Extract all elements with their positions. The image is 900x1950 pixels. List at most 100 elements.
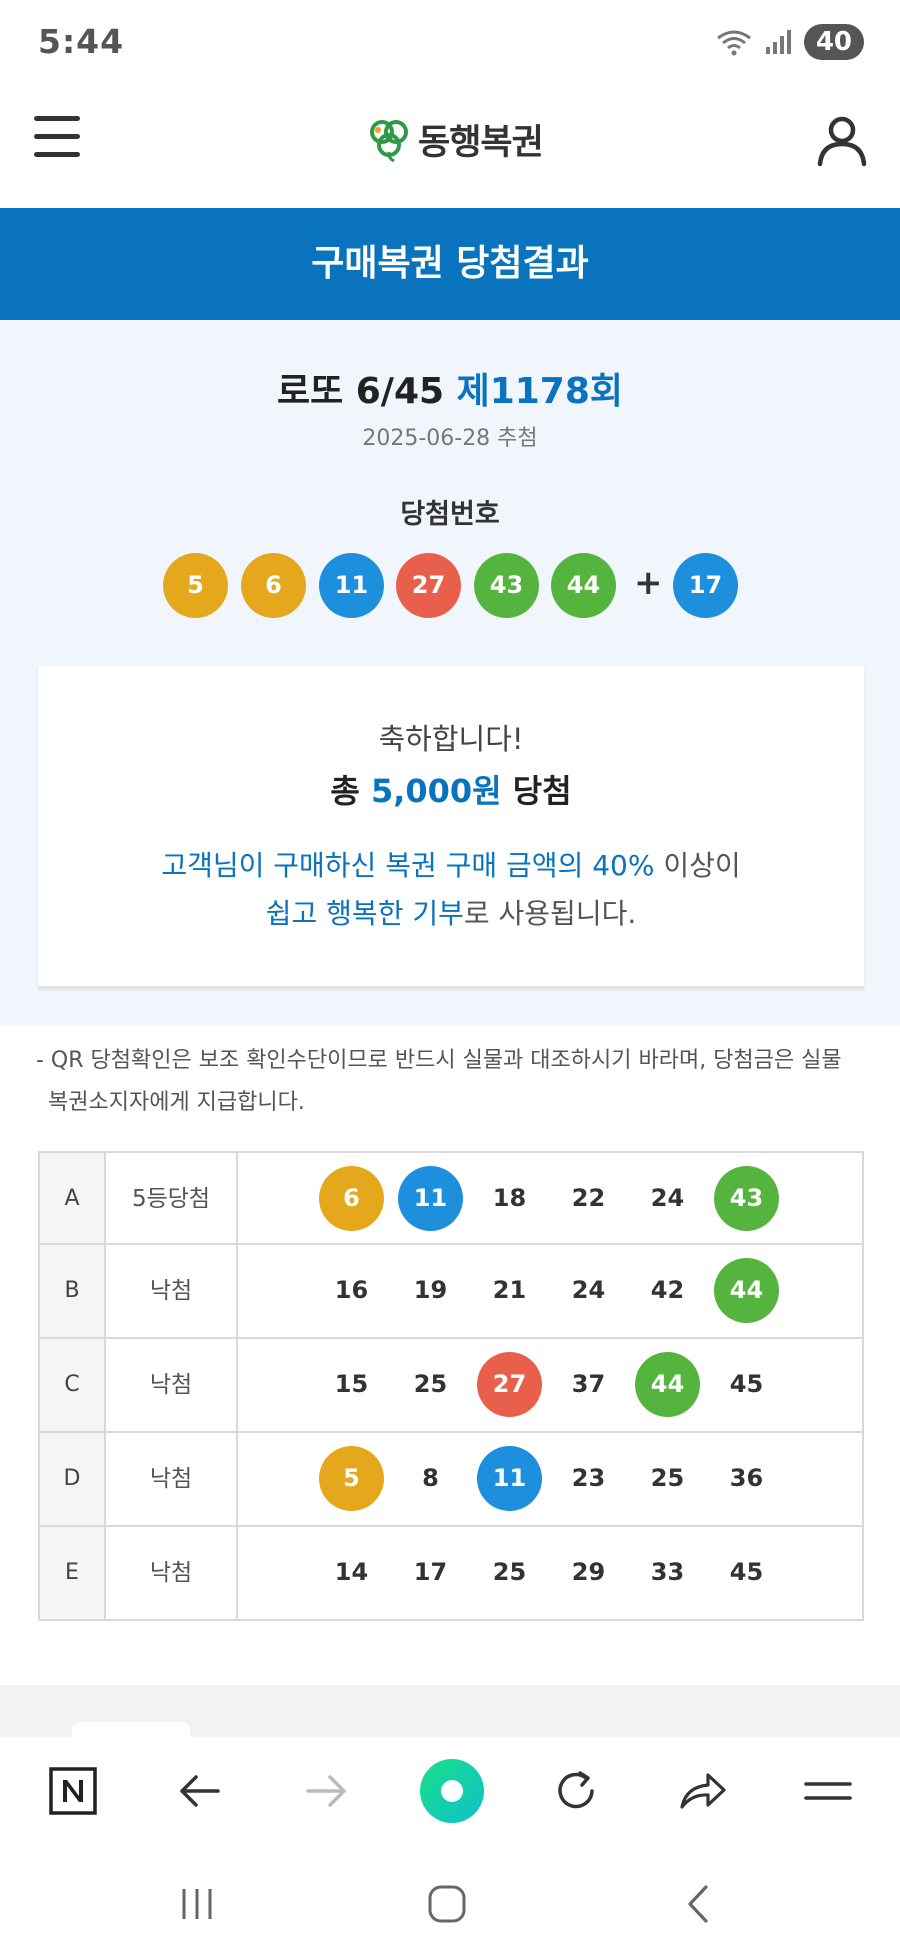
ticket-number: 21 [492,1276,527,1304]
ticket-number: 37 [571,1370,606,1398]
browser-menu-button[interactable] [798,1761,858,1821]
ticket-number: 27 [477,1352,542,1417]
notice-line: 복권소지자에게 지급합니다. [48,1090,305,1115]
ticket-number: 29 [571,1558,606,1586]
ticket-number: 45 [729,1370,764,1398]
logo-text: 동행복권 [418,123,544,163]
naver-n-icon [49,1767,97,1815]
menu-line-icon [34,152,80,157]
winning-ball: 6 [241,553,306,618]
ticket-number: 24 [650,1184,685,1212]
prize-amount: 5,000원 [370,772,502,810]
game-numbers: 15 25 27 37 44 45 [238,1339,862,1431]
ticket-number: 23 [571,1464,606,1492]
ticket-number: 24 [571,1276,606,1304]
game-letter: C [40,1339,106,1431]
game-letter: E [40,1527,106,1619]
refresh-button[interactable] [546,1761,606,1821]
battery-indicator: 40 [803,24,864,60]
notice-line: - QR 당첨확인은 보조 확인수단이므로 반드시 실물과 대조하시기 바라며,… [36,1048,842,1073]
ticket-table: A 5등당첨 6 11 18 22 24 43 B 낙첨 16 19 21 24… [38,1151,864,1621]
home-circle-icon [420,1759,484,1823]
table-row: C 낙첨 15 25 27 37 44 45 [38,1339,864,1433]
recent-apps-icon [182,1889,212,1919]
game-numbers: 5 8 11 23 25 36 [238,1433,862,1525]
ticket-number: 45 [729,1558,764,1586]
naver-n-button[interactable] [44,1761,104,1821]
site-logo[interactable]: 동행복권 [368,114,544,165]
winning-ball: 11 [319,553,384,618]
menu-icon [804,1782,852,1800]
back-button[interactable] [170,1761,230,1821]
ticket-number: 43 [714,1166,779,1231]
congrats-text: 축하합니다! [378,722,524,756]
ticket-number: 25 [413,1370,448,1398]
ticket-number: 44 [635,1352,700,1417]
status-time: 5:44 [38,22,125,61]
ticket-number: 5 [319,1446,384,1511]
game-letter: D [40,1433,106,1525]
menu-line-icon [34,134,80,139]
ticket-number: 18 [492,1184,527,1212]
back-arrow-icon [180,1775,220,1807]
game-numbers: 14 17 25 29 33 45 [238,1527,862,1619]
signal-icon [765,30,791,54]
home-icon [428,1885,466,1923]
draw-date: 2025-06-28 추첨 [362,426,538,451]
hamburger-menu-button[interactable] [34,116,82,164]
winning-numbers: 5 6 11 27 43 44 + 17 [0,553,900,619]
game-letter: B [40,1245,106,1337]
home-nav-button[interactable] [422,1879,472,1929]
ticket-number: 11 [398,1166,463,1231]
donation-rest: 이상이 [654,849,741,882]
browser-toolbar [0,1737,900,1845]
ticket-number: 36 [729,1464,764,1492]
ticket-number: 44 [714,1258,779,1323]
ticket-number: 16 [334,1276,369,1304]
prize-prefix: 총 [330,772,360,810]
forward-arrow-icon [306,1775,346,1807]
winning-ball: 43 [474,553,539,618]
donation-highlight: 고객님이 구매하신 복권 구매 금액의 40% [161,849,655,882]
status-icons: 40 [716,24,864,60]
recent-apps-button[interactable] [172,1879,222,1929]
game-name: 로또 6/45 [276,371,445,412]
back-nav-button[interactable] [674,1879,724,1929]
ticket-number: 14 [334,1558,369,1586]
game-result: 낙첨 [106,1433,238,1525]
donation-highlight: 쉽고 행복한 기부 [265,897,464,930]
draw-title: 로또 6/45 제1178회 [0,362,900,414]
forward-button[interactable] [296,1761,356,1821]
user-account-button[interactable] [814,112,870,168]
table-row: B 낙첨 16 19 21 24 42 44 [38,1245,864,1339]
ticket-number: 11 [477,1446,542,1511]
game-result: 5등당첨 [106,1153,238,1243]
draw-result-section: 로또 6/45 제1178회 2025-06-28 추첨 당첨번호 5 6 11… [0,320,900,1025]
winning-ball: 27 [396,553,461,618]
back-icon [688,1885,708,1923]
status-bar: 5:44 40 [0,0,900,84]
share-button[interactable] [672,1761,732,1821]
ticket-number: 22 [571,1184,606,1212]
ticket-number: 8 [422,1464,439,1492]
table-row: A 5등당첨 6 11 18 22 24 43 [38,1151,864,1245]
share-icon [680,1773,726,1809]
menu-line-icon [34,116,80,121]
winning-ball: 44 [551,553,616,618]
game-result: 낙첨 [106,1245,238,1337]
draw-round: 제1178회 [456,371,624,412]
ticket-number: 19 [413,1276,448,1304]
ticket-number: 42 [650,1276,685,1304]
ticket-number: 33 [650,1558,685,1586]
bonus-plus-sign: + [634,563,663,603]
game-numbers: 16 19 21 24 42 44 [238,1245,862,1337]
game-letter: A [40,1153,106,1243]
clover-logo-icon [370,119,408,162]
bonus-ball: 17 [673,553,738,618]
home-circle-button[interactable] [418,1757,486,1825]
donation-rest: 로 사용됩니다. [463,897,637,930]
user-icon [817,116,867,167]
winning-numbers-label: 당첨번호 [400,499,500,530]
game-result: 낙첨 [106,1527,238,1619]
page-banner: 구매복권 당첨결과 [0,208,900,320]
